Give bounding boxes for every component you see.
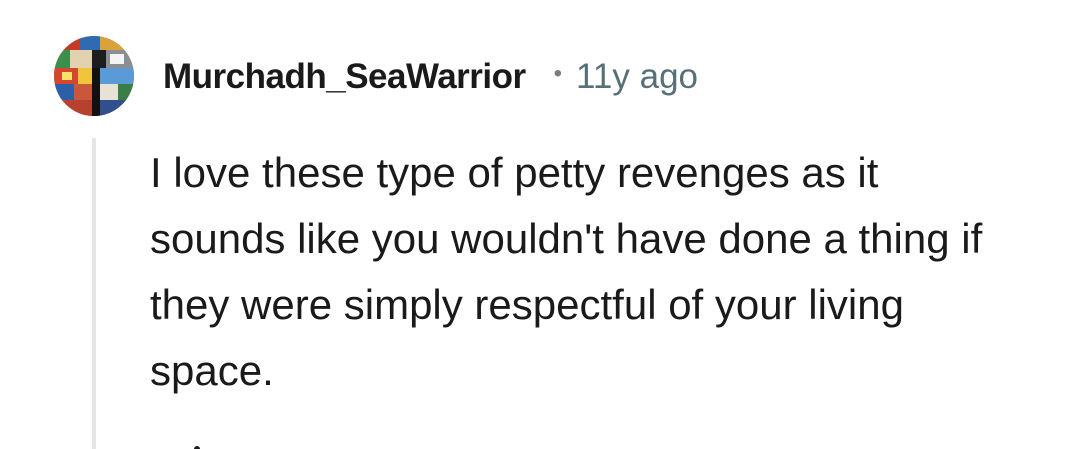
timestamp[interactable]: 11y ago [576,57,698,97]
comment: Murchadh_SeaWarrior • 11y ago I love the… [0,0,1080,449]
next-comment-stub [150,438,210,449]
user-avatar-icon[interactable] [54,36,134,116]
thread-collapse-line[interactable] [92,138,96,449]
comment-body: I love these type of petty revenges as i… [150,149,983,394]
separator-dot: • [553,60,563,87]
comment-header: Murchadh_SeaWarrior • 11y ago [163,52,698,102]
username-link[interactable]: Murchadh_SeaWarrior [163,57,526,97]
